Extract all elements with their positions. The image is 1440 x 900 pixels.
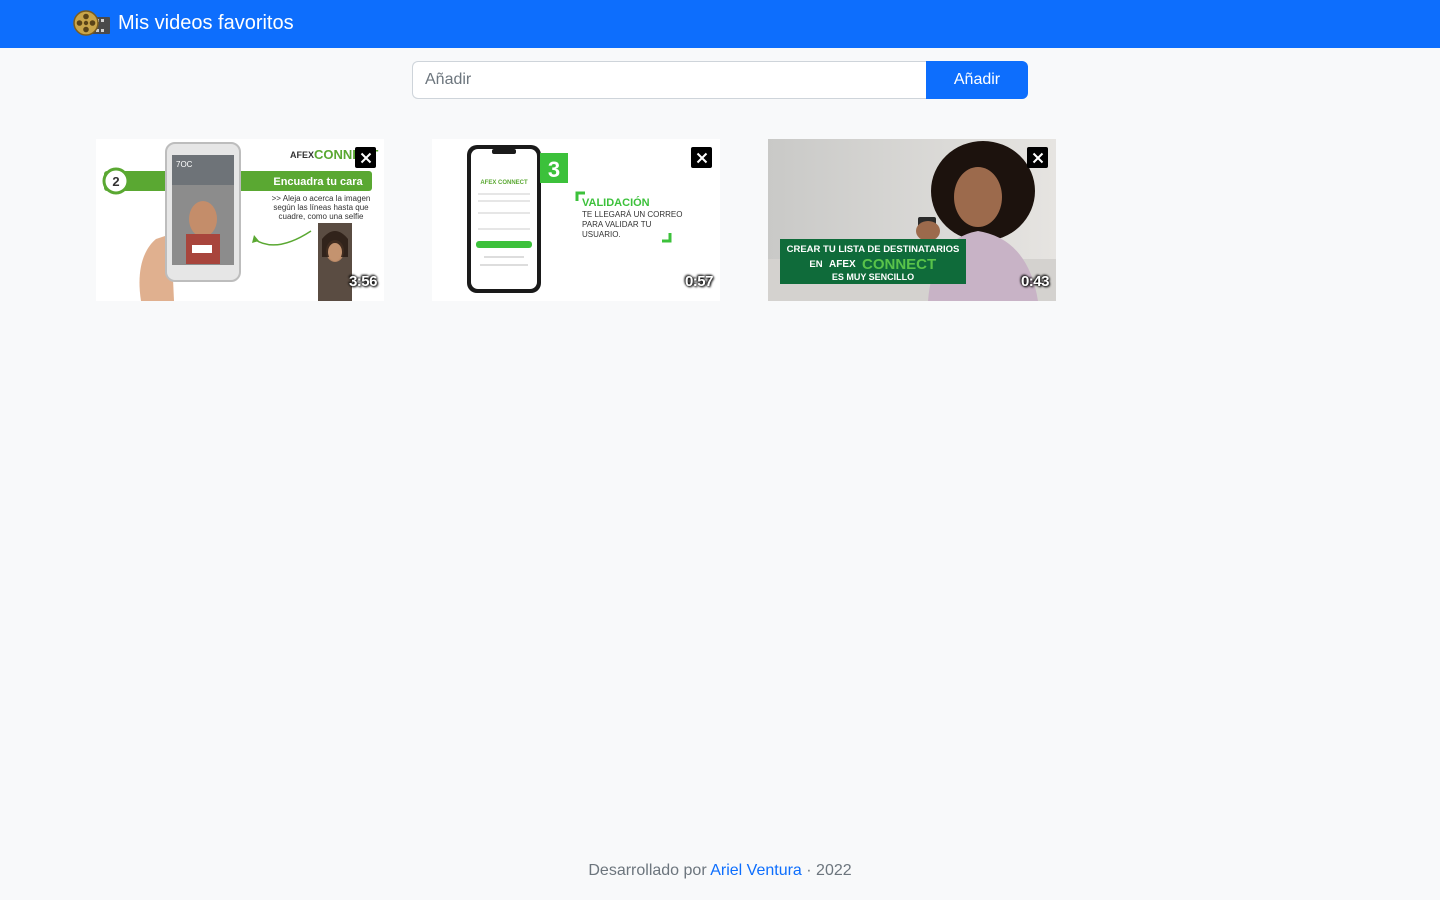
step-number: 3 [548,157,560,182]
close-icon [360,152,371,163]
thumb-line: PARA VALIDAR TU [582,220,652,229]
brand-prefix: AFEX [829,259,856,270]
thumb-line: TE LLEGARÁ UN CORREO [582,210,682,219]
video-url-input[interactable] [412,61,926,99]
svg-text:7OC: 7OC [176,160,193,169]
video-duration: 3:56 [348,273,378,290]
add-button[interactable]: Añadir [926,61,1028,99]
thumb-line: ES MUY SENCILLO [832,272,914,282]
thumb-line: cuadre, como una selfie [279,212,364,221]
video-thumbnail: 2 Encuadra tu cara AFEX CONNECT >> Aleja… [96,139,384,301]
video-thumbnail: AFEX CONNECT 3 VALIDACIÓN TE LLEGARÁ UN … [432,139,720,301]
footer: Desarrollado por Ariel Ventura · 2022 [0,862,1440,880]
video-thumbnail: CREAR TU LISTA DE DESTINATARIOS EN AFEX … [768,139,1056,301]
thumb-heading: Encuadra tu cara [273,176,363,188]
video-card[interactable]: CREAR TU LISTA DE DESTINATARIOS EN AFEX … [768,139,1056,301]
video-card[interactable]: 2 Encuadra tu cara AFEX CONNECT >> Aleja… [96,139,384,301]
thumb-line: >> Aleja o acerca la imagen [272,194,371,203]
close-icon [1032,152,1043,163]
thumb-line: USUARIO. [582,230,621,239]
author-link[interactable]: Ariel Ventura [710,862,802,879]
brand-name: AFEX CONNECT [480,180,528,186]
thumb-line: CREAR TU LISTA DE DESTINATARIOS [787,244,960,255]
close-icon [696,152,707,163]
thumb-line: EN [809,259,822,270]
app-title: Mis videos favoritos [118,11,294,34]
remove-video-button[interactable] [355,147,376,168]
step-number: 2 [112,174,119,189]
film-reel-icon [73,10,110,36]
footer-suffix: · 2022 [806,862,852,879]
video-card[interactable]: AFEX CONNECT 3 VALIDACIÓN TE LLEGARÁ UN … [432,139,720,301]
remove-video-button[interactable] [691,147,712,168]
remove-video-button[interactable] [1027,147,1048,168]
video-duration: 0:43 [1020,273,1050,290]
thumb-line: según las líneas hasta que [273,203,369,212]
add-video-form: Añadir [412,61,1028,99]
navbar: Mis videos favoritos [0,0,1440,48]
brand-prefix: AFEX [290,150,314,160]
thumb-heading: VALIDACIÓN [582,196,650,209]
brand-name: CONNECT [862,256,936,273]
video-duration: 0:57 [684,273,714,290]
brand-link[interactable]: Mis videos favoritos [73,9,294,37]
footer-prefix: Desarrollado por [588,862,707,879]
